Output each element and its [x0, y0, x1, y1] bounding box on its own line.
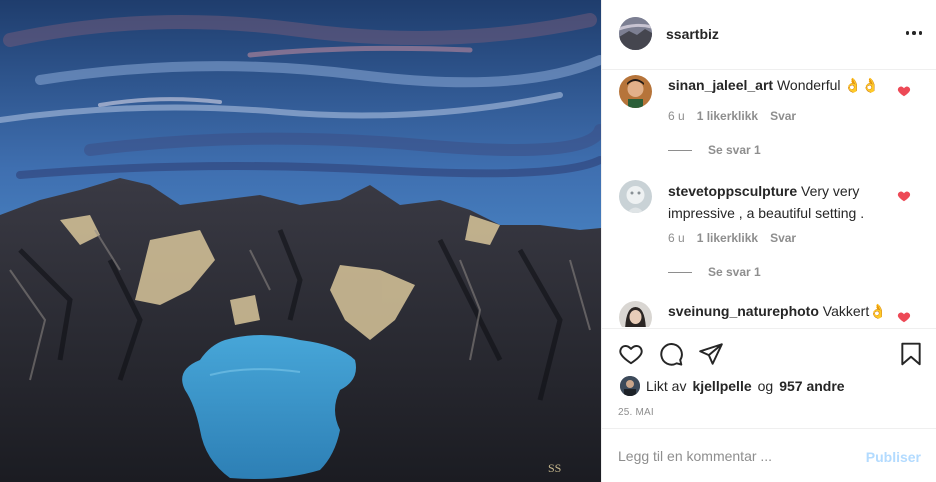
liked-by-user-link[interactable]: kjellpelle	[692, 378, 751, 394]
comment-text: stevetoppsculpture Very very impressive …	[668, 180, 893, 224]
comment-body: Wonderful 👌👌	[776, 77, 880, 93]
post-actions: Likt av kjellpelle og 957 andre 25. MAI	[602, 328, 936, 428]
comment-username[interactable]: sinan_jaleel_art	[668, 77, 773, 93]
liked-by-summary: Likt av kjellpelle og 957 andre	[620, 376, 845, 396]
comment-text: sveinung_naturephoto Vakkert👌	[668, 300, 893, 322]
author-avatar[interactable]	[619, 17, 652, 50]
replies-divider	[668, 149, 692, 151]
post-image[interactable]: SS	[0, 0, 601, 482]
comment-time[interactable]: 6 u	[668, 231, 685, 245]
liked-by-prefix: Likt av	[646, 378, 687, 394]
like-comment-heart-icon[interactable]	[897, 310, 911, 324]
more-options-icon[interactable]	[903, 22, 925, 44]
comment-time[interactable]: 6 u	[668, 109, 685, 123]
comment-text: sinan_jaleel_art Wonderful 👌👌	[668, 74, 893, 96]
liked-by-others-link[interactable]: 957 andre	[779, 378, 844, 394]
liked-by-joiner: og	[757, 378, 774, 394]
replies-divider	[668, 271, 692, 273]
painting-signature: SS	[548, 461, 561, 475]
post-header: ssartbiz	[602, 0, 936, 70]
share-icon[interactable]	[698, 341, 724, 367]
post-details-panel: ssartbiz sinan_jaleel_art Wonderful 👌👌 6…	[601, 0, 936, 482]
view-replies-button[interactable]: Se svar 1	[668, 143, 761, 157]
comment-likes[interactable]: 1 likerklikk	[697, 109, 758, 123]
commenter-avatar[interactable]	[619, 180, 652, 213]
comments-list[interactable]: sinan_jaleel_art Wonderful 👌👌 6 u 1 like…	[602, 71, 936, 327]
comment-meta: 6 u 1 likerklikk Svar	[668, 109, 796, 123]
liker-avatar[interactable]	[620, 376, 640, 396]
view-replies-label: Se svar 1	[708, 265, 761, 279]
view-replies-label: Se svar 1	[708, 143, 761, 157]
view-replies-button[interactable]: Se svar 1	[668, 265, 761, 279]
comment-input[interactable]	[618, 446, 858, 466]
comment-icon[interactable]	[658, 341, 684, 367]
like-comment-heart-icon[interactable]	[897, 84, 911, 98]
like-comment-heart-icon[interactable]	[897, 189, 911, 203]
comment-username[interactable]: stevetoppsculpture	[668, 183, 797, 199]
comment-body: Vakkert👌	[822, 303, 887, 319]
comment-reply-button[interactable]: Svar	[770, 231, 796, 245]
commenter-avatar[interactable]	[619, 75, 652, 108]
comment-likes[interactable]: 1 likerklikk	[697, 231, 758, 245]
mountain-lake-painting: SS	[0, 0, 601, 482]
heart-icon[interactable]	[618, 341, 644, 367]
comment-username[interactable]: sveinung_naturephoto	[668, 303, 819, 319]
add-comment-bar: Publiser	[602, 428, 936, 482]
author-username[interactable]: ssartbiz	[666, 26, 719, 42]
comment-reply-button[interactable]: Svar	[770, 109, 796, 123]
comment-meta: 6 u 1 likerklikk Svar	[668, 231, 796, 245]
commenter-avatar[interactable]	[619, 301, 652, 327]
post-date[interactable]: 25. MAI	[618, 407, 654, 418]
bookmark-icon[interactable]	[898, 341, 924, 367]
publish-button[interactable]: Publiser	[866, 449, 921, 465]
